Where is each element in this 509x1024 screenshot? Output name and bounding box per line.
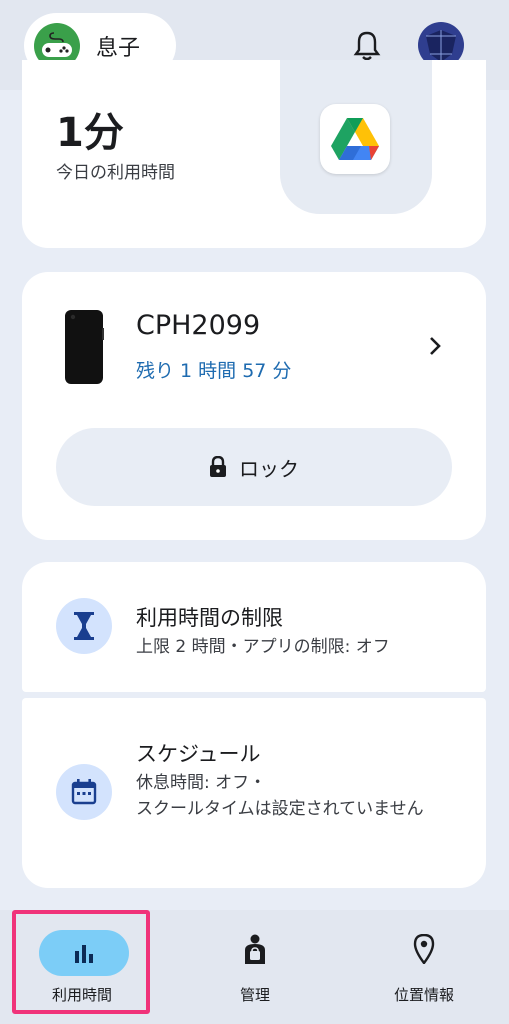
schedule-schooltime-text: スクールタイムは設定されていません xyxy=(136,799,424,819)
nav-item-screen-time[interactable]: 利用時間 xyxy=(22,910,142,1024)
nav-item-location[interactable]: 位置情報 xyxy=(364,910,484,1024)
nav-label-location: 位置情報 xyxy=(393,986,454,1004)
lock-icon xyxy=(210,456,226,477)
hourglass-icon-wrap xyxy=(56,598,112,654)
gamepad-icon xyxy=(42,31,72,57)
nav-label-screen-time: 利用時間 xyxy=(51,986,112,1004)
nav-active-indicator xyxy=(39,930,129,976)
top-app-tile xyxy=(280,60,432,214)
chevron-right-icon[interactable] xyxy=(426,334,444,358)
child-name: 息子 xyxy=(96,35,141,61)
google-drive-icon xyxy=(320,104,390,174)
screen-time-limits-row[interactable]: 利用時間の制限 上限 2 時間・アプリの制限: オフ xyxy=(22,562,486,692)
manage-person-icon xyxy=(245,934,265,964)
today-usage-label: 今日の利用時間 xyxy=(56,163,175,183)
schedule-subtitle: 休息時間: オフ・ スクールタイムは設定されていません xyxy=(136,770,466,822)
schedule-title: スケジュール xyxy=(136,742,261,766)
phone-image xyxy=(65,310,104,384)
limits-title: 利用時間の制限 xyxy=(136,606,283,630)
device-card[interactable]: CPH2099 残り 1 時間 57 分 ロック xyxy=(22,272,486,540)
bar-chart-icon xyxy=(75,945,93,963)
calendar-icon-wrap xyxy=(56,764,112,820)
lock-button[interactable]: ロック xyxy=(56,428,452,506)
nav-item-manage[interactable]: 管理 xyxy=(195,910,315,1024)
device-name: CPH2099 xyxy=(136,310,261,341)
bottom-navigation: 利用時間 管理 位置情報 xyxy=(0,910,509,1024)
schedule-row[interactable]: スケジュール 休息時間: オフ・ スクールタイムは設定されていません xyxy=(22,698,486,888)
location-pin-icon xyxy=(413,934,435,964)
schedule-downtime-text: 休息時間: オフ・ xyxy=(136,773,267,793)
calendar-icon xyxy=(71,779,97,805)
nav-label-manage: 管理 xyxy=(239,986,270,1004)
bell-icon[interactable] xyxy=(352,30,382,62)
screen-time-summary-card[interactable]: 1分 今日の利用時間 xyxy=(22,60,486,248)
today-usage-value: 1分 xyxy=(56,110,124,156)
device-remaining-time: 残り 1 時間 57 分 xyxy=(136,360,292,382)
hourglass-icon xyxy=(74,612,94,640)
lock-label: ロック xyxy=(239,456,299,481)
limits-subtitle: 上限 2 時間・アプリの制限: オフ xyxy=(136,637,390,657)
